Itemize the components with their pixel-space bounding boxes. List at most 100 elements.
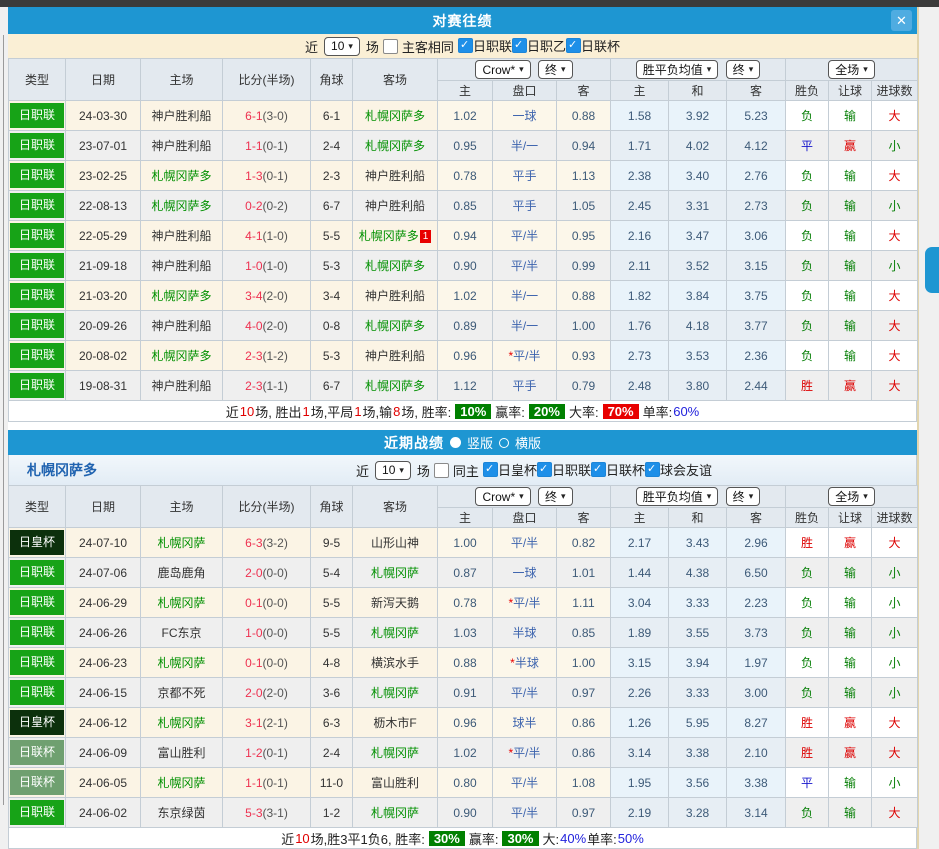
checkbox-label[interactable]: 球会友谊 (660, 460, 712, 479)
cell-result-wdl: 胜 (786, 708, 829, 738)
cell-handicap-away: 1.11 (557, 588, 611, 618)
final-select[interactable]: 终 (538, 60, 573, 79)
cell-handicap-home: 0.94 (438, 221, 493, 251)
avg-select[interactable]: 胜平负均值 (636, 487, 719, 506)
cell-away-team: 札幌冈萨多 (353, 101, 438, 131)
cell-result-wdl: 胜 (786, 738, 829, 768)
scrollbar-thumb[interactable] (925, 247, 939, 293)
h2h-dialog: 对赛往绩 ✕ 近 10 场 主客相同 日职联日职乙日联杯 类型 日期 主场 比分… (8, 7, 919, 849)
cell-league: 日职联 (9, 558, 66, 588)
cell-result-wdl: 负 (786, 618, 829, 648)
cell-result-ou: 大 (872, 221, 918, 251)
checkbox-日职联[interactable] (537, 462, 552, 477)
cell-result-ou: 小 (872, 558, 918, 588)
same-venue-label[interactable]: 主客相同 (402, 37, 454, 56)
radio-horizontal[interactable] (499, 438, 509, 448)
cell-odds-away: 4.12 (727, 131, 786, 161)
table-row: 日职联24-06-23札幌冈萨0-1(0-0)4-8横滨水手0.88*半球1.0… (9, 648, 918, 678)
cell-home-team: 东京绿茵 (141, 798, 223, 828)
table-row: 日职联24-06-29札幌冈萨0-1(0-0)5-5新泻天鹅0.78*平/半1.… (9, 588, 918, 618)
h2h-count-select[interactable]: 10 (324, 37, 360, 56)
cell-handicap-home: 0.78 (438, 161, 493, 191)
avg-select[interactable]: 胜平负均值 (636, 60, 719, 79)
cell-home-team: 神户胜利船 (141, 101, 223, 131)
cell-league: 日职联 (9, 161, 66, 191)
cell-league: 日职联 (9, 618, 66, 648)
cell-odds-away: 3.77 (727, 311, 786, 341)
cell-odds-draw: 3.33 (669, 678, 727, 708)
scope-select[interactable]: 全场 (828, 487, 875, 506)
cell-corner: 5-5 (311, 588, 353, 618)
checkbox-日联杯[interactable] (566, 38, 581, 53)
table-row: 日职联21-03-20札幌冈萨多3-4(2-0)3-4神户胜利船1.02半/一0… (9, 281, 918, 311)
checkbox-label[interactable]: 日职联 (473, 36, 512, 55)
cell-home-team: 鹿岛鹿角 (141, 558, 223, 588)
cell-date: 24-06-12 (66, 708, 141, 738)
checkbox-label[interactable]: 日职乙 (527, 36, 566, 55)
cell-handicap: 球半 (493, 708, 557, 738)
cell-handicap-home: 1.00 (438, 528, 493, 558)
bookmaker-select[interactable]: Crow* (475, 60, 530, 79)
cell-odds-home: 3.04 (611, 588, 669, 618)
col-odds-away: 客 (727, 81, 786, 101)
checkbox-日职乙[interactable] (512, 38, 527, 53)
cell-handicap-home: 0.96 (438, 708, 493, 738)
final-select[interactable]: 终 (726, 487, 761, 506)
cell-odds-away: 2.44 (727, 371, 786, 401)
cell-handicap: *半球 (493, 648, 557, 678)
col-result-wdl: 胜负 (786, 81, 829, 101)
cell-odds-away: 6.50 (727, 558, 786, 588)
cell-result-wdl: 负 (786, 678, 829, 708)
horizontal-label[interactable]: 横版 (515, 433, 541, 452)
cell-date: 20-08-02 (66, 341, 141, 371)
cell-odds-draw: 3.56 (669, 768, 727, 798)
final-select[interactable]: 终 (538, 487, 573, 506)
summary-badge: 30% (502, 831, 538, 846)
near-label: 近 (356, 461, 369, 480)
same-venue-checkbox[interactable] (383, 39, 398, 54)
radio-vertical[interactable] (450, 437, 461, 448)
cell-odds-away: 2.76 (727, 161, 786, 191)
cell-odds-draw: 3.33 (669, 588, 727, 618)
cell-handicap-home: 0.87 (438, 558, 493, 588)
cell-score: 1-1(0-1) (223, 768, 311, 798)
same-home-checkbox[interactable] (434, 463, 449, 478)
cell-odds-draw: 3.31 (669, 191, 727, 221)
cell-date: 19-08-31 (66, 371, 141, 401)
checkbox-label[interactable]: 日皇杯 (498, 460, 537, 479)
cell-date: 24-03-30 (66, 101, 141, 131)
checkbox-label[interactable]: 日联杯 (581, 36, 620, 55)
bookmaker-select[interactable]: Crow* (475, 487, 530, 506)
checkbox-球会友谊[interactable] (645, 462, 660, 477)
team-name: 札幌冈萨多 (9, 460, 97, 480)
cell-result-handicap: 输 (829, 251, 872, 281)
scope-select[interactable]: 全场 (828, 60, 875, 79)
checkbox-日职联[interactable] (458, 38, 473, 53)
cell-away-team: 山形山神 (353, 528, 438, 558)
recent-count-select[interactable]: 10 (375, 461, 411, 480)
cell-odds-away: 1.97 (727, 648, 786, 678)
recent-table: 类型 日期 主场 比分(半场) 角球 客场 Crow* 终 胜平负均值 终 全场 (8, 485, 918, 828)
cell-home-team: 札幌冈萨多 (141, 341, 223, 371)
cell-league: 日职联 (9, 678, 66, 708)
cell-result-wdl: 平 (786, 131, 829, 161)
final-select[interactable]: 终 (726, 60, 761, 79)
same-home-label[interactable]: 同主 (453, 461, 479, 480)
cell-score: 2-3(1-2) (223, 341, 311, 371)
vertical-label[interactable]: 竖版 (467, 433, 493, 452)
cell-away-team: 札幌冈萨 (353, 558, 438, 588)
cell-odds-draw: 4.18 (669, 311, 727, 341)
summary-badge: 20% (529, 404, 565, 419)
checkbox-日联杯[interactable] (591, 462, 606, 477)
cell-odds-home: 1.44 (611, 558, 669, 588)
close-icon[interactable]: ✕ (891, 10, 912, 31)
cell-home-team: 神户胜利船 (141, 221, 223, 251)
checkbox-label[interactable]: 日联杯 (606, 460, 645, 479)
cell-odds-away: 8.27 (727, 708, 786, 738)
cell-score: 0-1(0-0) (223, 588, 311, 618)
checkbox-日皇杯[interactable] (483, 462, 498, 477)
cell-date: 22-08-13 (66, 191, 141, 221)
cell-date: 24-06-09 (66, 738, 141, 768)
checkbox-label[interactable]: 日职联 (552, 460, 591, 479)
cell-corner: 2-4 (311, 738, 353, 768)
